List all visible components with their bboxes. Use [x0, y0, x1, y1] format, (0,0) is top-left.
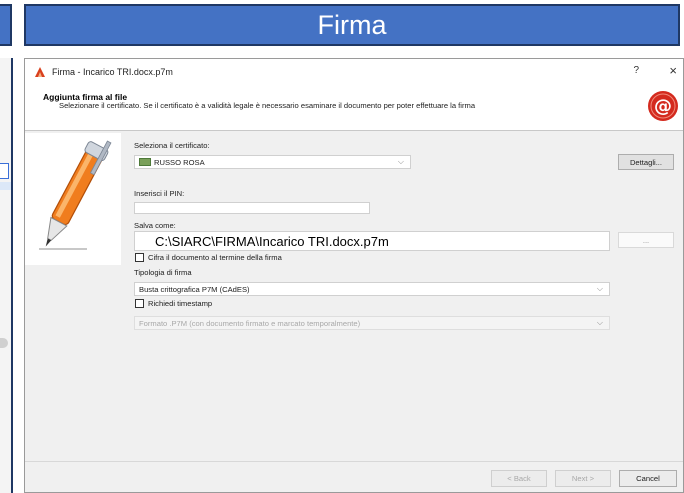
sign-dialog: Firma - Incarico TRI.docx.p7m ? × Aggiun…: [24, 58, 684, 493]
pin-input[interactable]: [134, 202, 370, 214]
pen-icon: [39, 140, 112, 250]
left-banner: [0, 4, 12, 46]
back-button[interactable]: < Back: [491, 470, 547, 487]
slide-title: Firma: [317, 9, 387, 40]
wizard-header: Aggiunta firma al file Selezionare il ce…: [25, 85, 683, 131]
help-button[interactable]: ?: [633, 65, 639, 76]
chevron-down-icon: ⌵: [596, 318, 603, 327]
firma-app-icon: [35, 67, 45, 77]
chevron-down-icon: ⌵: [397, 157, 404, 166]
next-button[interactable]: Next >: [555, 470, 611, 487]
encrypt-checkbox-box[interactable]: [135, 253, 144, 262]
background-highlight: [0, 182, 11, 190]
details-button[interactable]: Dettagli...: [618, 154, 674, 170]
timestamp-checkbox-label: Richiedi timestamp: [148, 299, 213, 308]
save-path-input[interactable]: C:\SIARC\FIRMA\Incarico TRI.docx.p7m: [134, 231, 610, 251]
browse-button[interactable]: ...: [618, 232, 674, 248]
cancel-button[interactable]: Cancel: [619, 470, 677, 487]
timestamp-format-select: Formato .P7M (con documento firmato e ma…: [134, 316, 610, 330]
save-as-label: Salva come:: [134, 221, 176, 230]
background-window: [0, 58, 13, 493]
timestamp-format-value: Formato .P7M (con documento firmato e ma…: [139, 318, 361, 328]
certificate-icon: [139, 158, 151, 166]
signature-type-value: Busta crittografica P7M (CAdES): [139, 284, 250, 294]
pen-illustration: [25, 133, 121, 265]
close-button[interactable]: ×: [669, 63, 677, 78]
certificate-value: RUSSO ROSA: [154, 157, 205, 167]
signature-type-label: Tipologia di firma: [134, 268, 192, 277]
slide-title-banner: Firma: [24, 4, 680, 46]
encrypt-checkbox-label: Cifra il documento al termine della firm…: [148, 253, 282, 262]
certificate-select[interactable]: RUSSO ROSA ⌵: [134, 155, 411, 169]
chevron-down-icon: ⌵: [596, 284, 603, 293]
svg-text:@: @: [654, 96, 672, 117]
save-path-value: C:\SIARC\FIRMA\Incarico TRI.docx.p7m: [155, 233, 389, 249]
at-seal-icon: @: [648, 91, 678, 121]
certificate-label: Seleziona il certificato:: [134, 141, 210, 150]
timestamp-checkbox[interactable]: Richiedi timestamp: [135, 299, 212, 308]
footer-separator: [25, 461, 683, 462]
window-title: Firma - Incarico TRI.docx.p7m: [52, 67, 173, 77]
signature-type-select[interactable]: Busta crittografica P7M (CAdES) ⌵: [134, 282, 610, 296]
encrypt-checkbox[interactable]: Cifra il documento al termine della firm…: [135, 253, 282, 262]
dialog-titlebar: Firma - Incarico TRI.docx.p7m ? ×: [25, 59, 683, 85]
background-scroll-thumb: [0, 338, 8, 348]
wizard-header-subtitle: Selezionare il certificato. Se il certif…: [59, 101, 476, 110]
timestamp-checkbox-box[interactable]: [135, 299, 144, 308]
background-selected-item: [0, 163, 9, 179]
pin-label: Inserisci il PIN:: [134, 189, 185, 198]
